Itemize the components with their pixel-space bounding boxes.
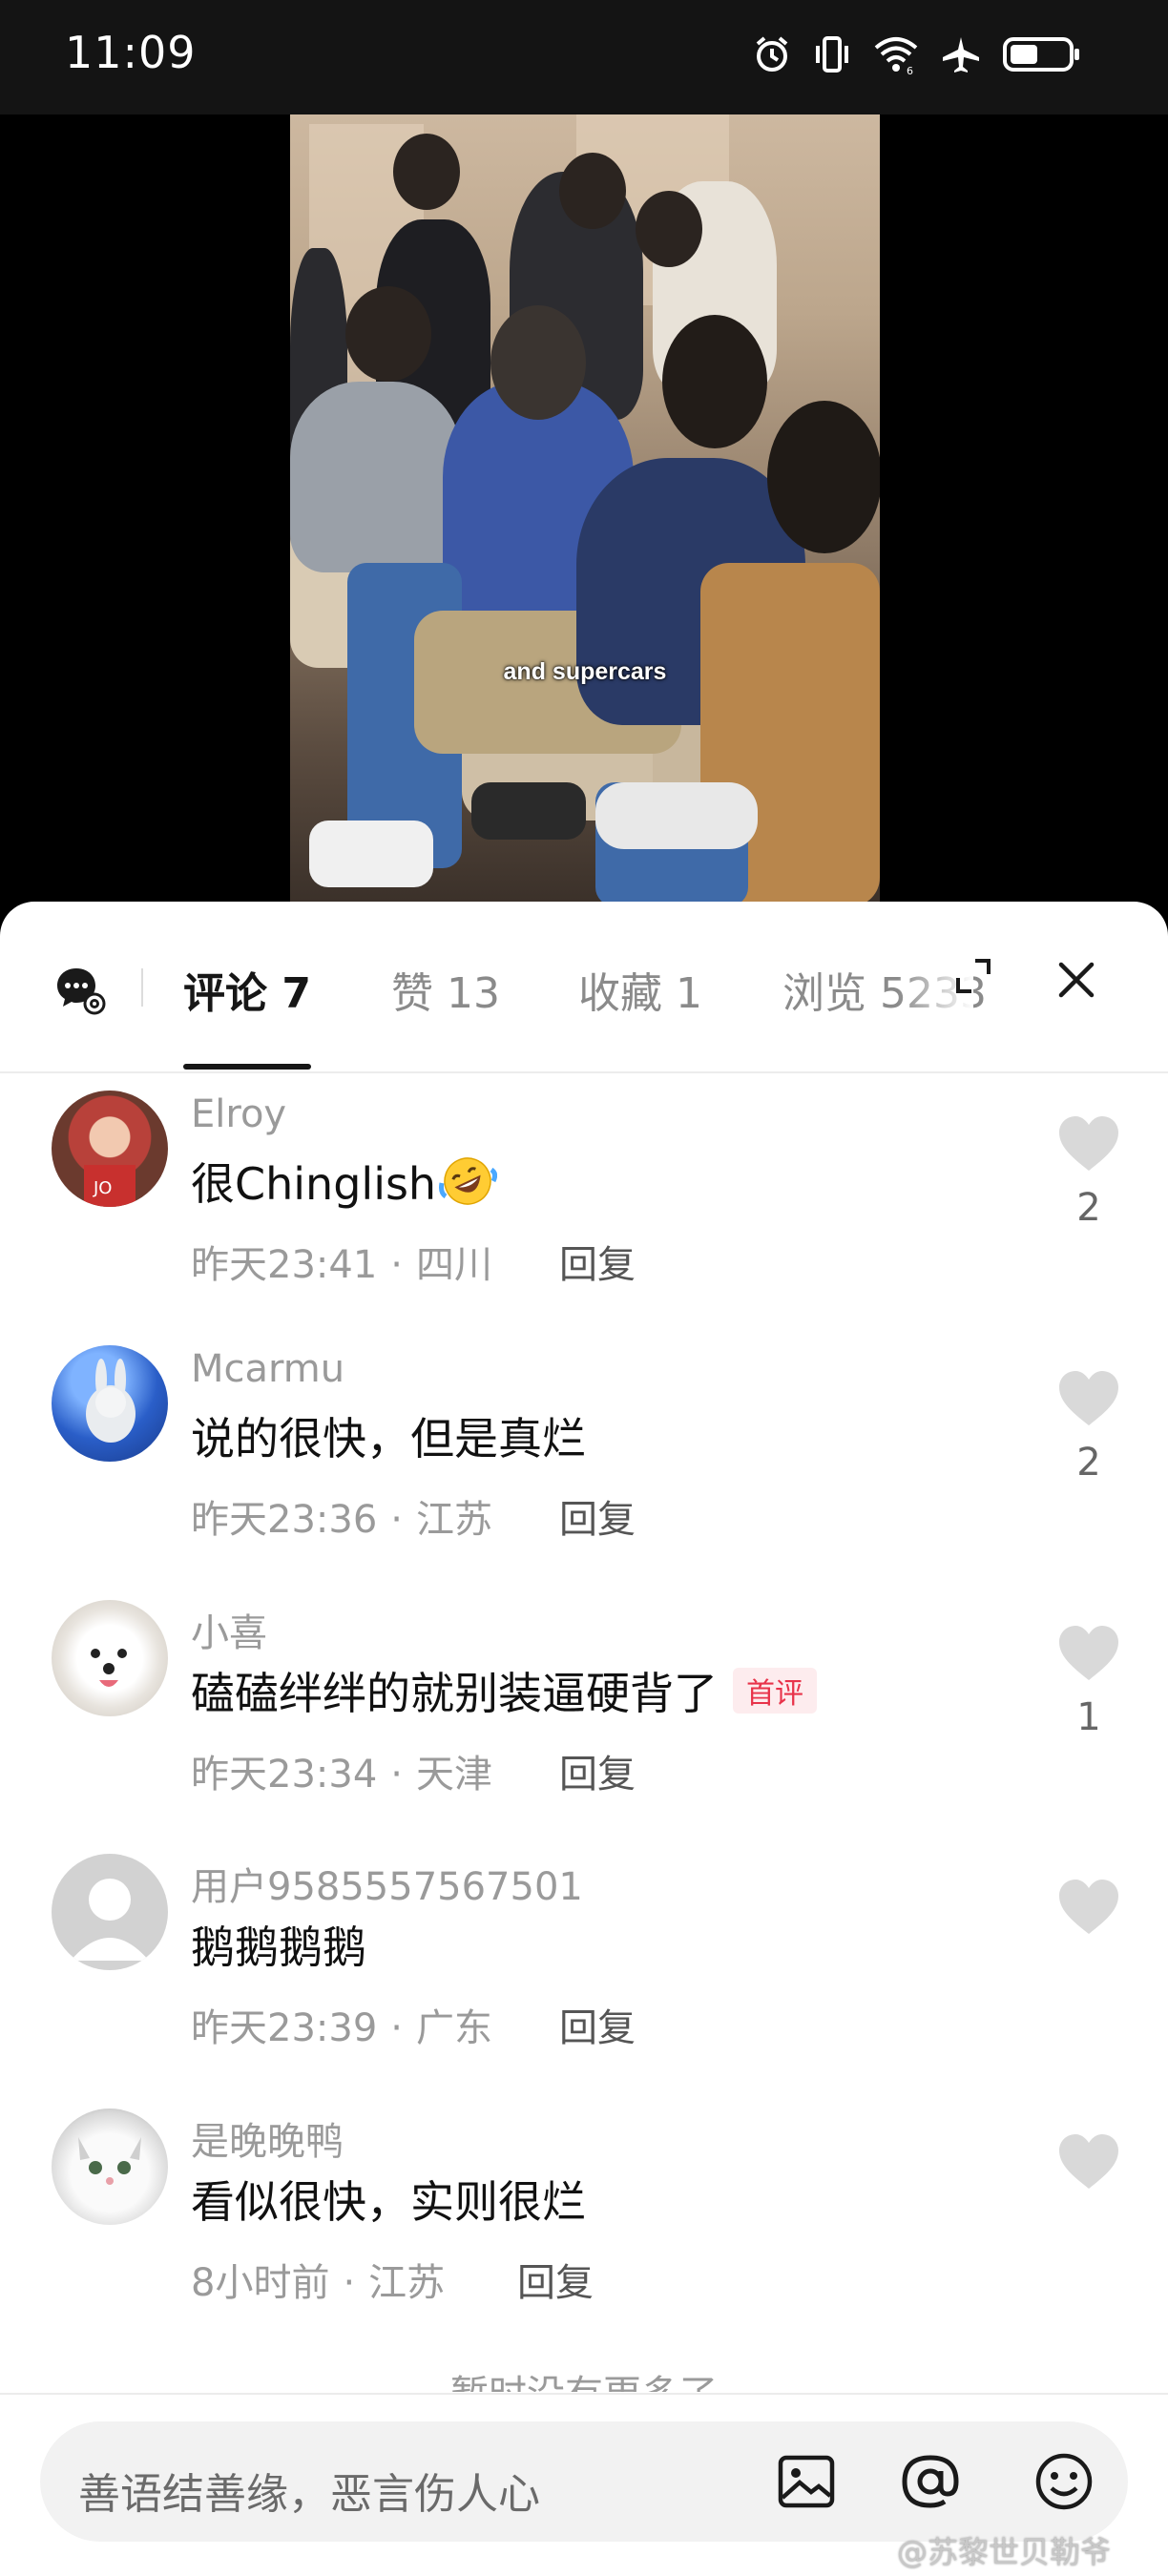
- reply-button[interactable]: 回复: [559, 1234, 636, 1289]
- at-icon[interactable]: [899, 2450, 962, 2513]
- wifi-icon: 6: [874, 37, 918, 74]
- comment-item[interactable]: 是晚晚鸭 看似很快，实则很烂 8小时前 · 江苏 回复: [0, 2099, 1168, 2347]
- status-icons: 6: [752, 34, 1082, 74]
- watermark: @苏黎世贝勒爷: [897, 2534, 1112, 2570]
- tab-comments[interactable]: 评论 7: [183, 959, 311, 1020]
- rolling-laughing-emoji-icon: [439, 1157, 498, 1205]
- svg-text:6: 6: [907, 65, 913, 74]
- comment-text: 很Chinglish: [191, 1150, 498, 1213]
- chat-settings-icon[interactable]: [53, 963, 107, 1016]
- comment-text-content: 磕磕绊绊的就别装逼硬背了: [191, 1668, 718, 1719]
- heart-icon[interactable]: [1055, 2131, 1122, 2192]
- airplane-icon: [943, 37, 979, 73]
- tab-likes[interactable]: 赞 13: [391, 959, 500, 1020]
- heart-icon[interactable]: [1055, 1623, 1122, 1684]
- expand-icon[interactable]: [952, 955, 994, 997]
- comment-text: 说的很快，但是真烂: [191, 1413, 586, 1465]
- comment-author[interactable]: Mcarmu: [191, 1347, 344, 1391]
- comment-meta: 昨天23:39 · 广东: [191, 1997, 492, 2052]
- comments-tabs: 评论 7 赞 13 收藏 1 浏览 5233: [0, 902, 1168, 1073]
- emoji-icon[interactable]: [1032, 2450, 1095, 2513]
- comment-item[interactable]: 小喜 磕磕绊绊的就别装逼硬背了 首评 昨天23:34 · 天津 回复 1: [0, 1590, 1168, 1839]
- battery-icon: [1003, 37, 1079, 72]
- comment-meta: 昨天23:41 · 四川: [191, 1234, 492, 1289]
- comment-time: 昨天23:39: [191, 2006, 378, 2050]
- no-more-text: 暂时没有更多了: [0, 2363, 1168, 2392]
- comment-time: 昨天23:36: [191, 1498, 378, 1542]
- meta-separator: ·: [343, 2261, 356, 2305]
- video-frame[interactable]: and supercars: [290, 114, 880, 906]
- comments-sheet: 评论 7 赞 13 收藏 1 浏览 5233 JO Elroy 很Chingli…: [0, 902, 1168, 2576]
- comment-location: 天津: [416, 1753, 492, 1797]
- comment-location: 广东: [416, 2006, 492, 2050]
- vibrate-icon: [816, 36, 848, 73]
- heart-icon[interactable]: [1055, 1113, 1122, 1174]
- like-count: 1: [1076, 1695, 1101, 1739]
- close-icon[interactable]: [1053, 957, 1099, 1003]
- alarm-icon: [756, 36, 788, 72]
- video-caption: and supercars: [503, 658, 667, 685]
- meta-separator: ·: [390, 1498, 403, 1542]
- reply-button[interactable]: 回复: [517, 2252, 594, 2307]
- first-comment-badge: 首评: [733, 1668, 817, 1714]
- comment-time: 昨天23:34: [191, 1753, 378, 1797]
- comment-text: 鹅鹅鹅鹅: [191, 1922, 366, 1973]
- comment-location: 江苏: [416, 1498, 492, 1542]
- comment-author[interactable]: Elroy: [191, 1092, 286, 1136]
- status-time: 11:09: [65, 27, 197, 78]
- heart-icon[interactable]: [1055, 1368, 1122, 1429]
- active-tab-indicator: [183, 1064, 311, 1070]
- reply-button[interactable]: 回复: [559, 1743, 636, 1798]
- comment-meta: 昨天23:34 · 天津: [191, 1743, 492, 1798]
- reply-button[interactable]: 回复: [559, 1488, 636, 1544]
- comment-author[interactable]: 用户9585557567501: [191, 1856, 583, 1911]
- comment-time: 昨天23:41: [191, 1243, 378, 1287]
- meta-separator: ·: [390, 1243, 403, 1287]
- meta-separator: ·: [390, 2006, 403, 2050]
- comment-text: 看似很快，实则很烂: [191, 2176, 586, 2228]
- tab-favorites[interactable]: 收藏 1: [578, 959, 702, 1020]
- tab-divider: [141, 968, 143, 1007]
- like-count: 2: [1076, 1441, 1101, 1485]
- comment-input-placeholder: 善语结善缘，恶言伤人心: [78, 2470, 540, 2519]
- avatar[interactable]: [52, 1600, 168, 1716]
- comment-location: 江苏: [368, 2261, 446, 2305]
- avatar[interactable]: [52, 2109, 168, 2225]
- comment-author[interactable]: 小喜: [191, 1602, 267, 1657]
- comment-item[interactable]: 用户9585557567501 鹅鹅鹅鹅 昨天23:39 · 广东 回复: [0, 1844, 1168, 2092]
- comment-item[interactable]: Mcarmu 说的很快，但是真烂 昨天23:36 · 江苏 回复 2: [0, 1336, 1168, 1584]
- svg-text:JO: JO: [93, 1178, 112, 1198]
- comment-meta: 昨天23:36 · 江苏: [191, 1488, 492, 1544]
- meta-separator: ·: [390, 1753, 403, 1797]
- heart-icon[interactable]: [1055, 1877, 1122, 1938]
- video-player[interactable]: and supercars: [0, 114, 1168, 906]
- image-icon[interactable]: [775, 2450, 838, 2513]
- comment-item[interactable]: JO Elroy 很Chinglish 昨天23:41 · 四川 回复 2: [0, 1081, 1168, 1329]
- comment-text-content: 很Chinglish: [191, 1158, 437, 1210]
- comment-text: 磕磕绊绊的就别装逼硬背了 首评: [191, 1659, 817, 1722]
- comment-author[interactable]: 是晚晚鸭: [191, 2110, 344, 2166]
- comment-input[interactable]: 善语结善缘，恶言伤人心: [40, 2421, 1128, 2542]
- like-count: 2: [1076, 1186, 1101, 1230]
- avatar[interactable]: [52, 1345, 168, 1462]
- reply-button[interactable]: 回复: [559, 1997, 636, 2052]
- avatar[interactable]: JO: [52, 1091, 168, 1207]
- comment-time: 8小时前: [191, 2261, 330, 2305]
- status-bar: 11:09 6: [0, 0, 1168, 114]
- comment-meta: 8小时前 · 江苏: [191, 2252, 445, 2307]
- avatar[interactable]: [52, 1854, 168, 1970]
- comment-location: 四川: [416, 1243, 492, 1287]
